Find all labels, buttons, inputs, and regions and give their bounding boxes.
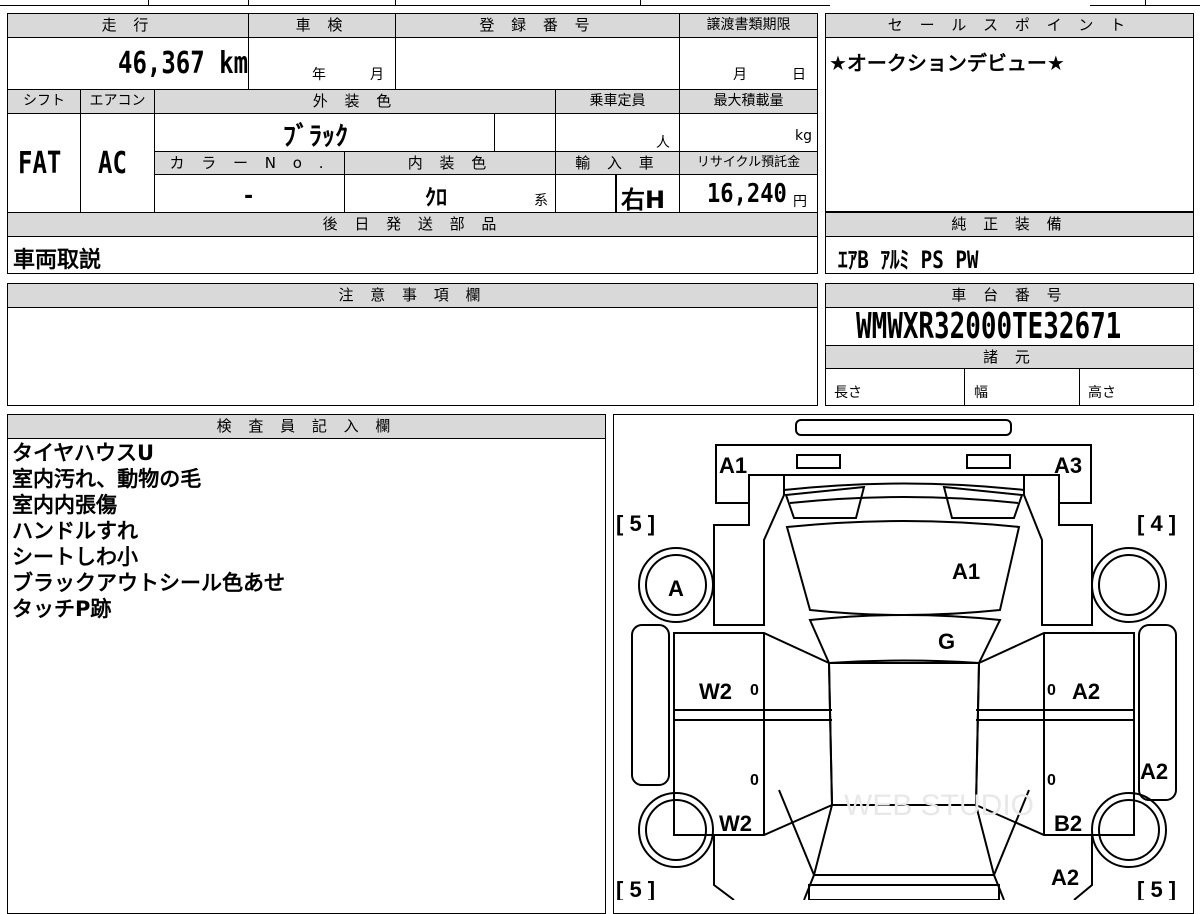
capacity-unit: 人 <box>656 135 670 151</box>
row-divider <box>8 113 818 114</box>
shaken-month-unit: 月 <box>370 67 384 83</box>
col-divider <box>964 368 965 406</box>
col-divider <box>395 14 396 89</box>
import-value: 右H <box>621 186 666 214</box>
capacity-label: 乗車定員 <box>556 90 679 113</box>
row-divider <box>155 174 818 175</box>
tire-tread-rear-right: [ 5 ] <box>1137 877 1176 900</box>
mark-rear-left-door: W2 <box>719 811 752 836</box>
equipment-value: ｴｱB ｱﾙﾐ PS PW <box>838 246 979 274</box>
inspector-label: 検 査 員 記 入 欄 <box>8 415 605 438</box>
color-no-value: - <box>244 184 254 209</box>
color-no-label: カ ラ ー N o . <box>155 152 344 174</box>
mark-front-right: A3 <box>1054 453 1082 478</box>
zero-mark: 0 <box>1047 682 1056 699</box>
sales-point-block <box>825 13 1194 212</box>
row-divider <box>826 368 1194 369</box>
zero-mark: 0 <box>750 772 759 789</box>
mark-front-right-door: A2 <box>1072 679 1100 704</box>
exterior-color-value: ﾌﾞﾗｯｸ <box>283 122 349 152</box>
inspector-notes: タイヤハウスU 室内汚れ、動物の毛 室内内張傷 ハンドルすれ シートしわ小 ブラ… <box>12 440 285 622</box>
mileage-value: 46,367 km <box>118 46 249 81</box>
row-divider <box>8 307 818 308</box>
watermark: WEB STUDIO <box>844 789 1034 822</box>
zero-mark: 0 <box>750 682 759 699</box>
car-diagram: A1 A3 A1 G A W2 W2 A2 A2 B2 A2 [ 5 ] [ 4… <box>616 419 1177 900</box>
shaken-label: 車 検 <box>249 14 395 37</box>
shaken-year-unit: 年 <box>312 67 326 83</box>
row-divider <box>8 37 818 38</box>
width-label: 幅 <box>974 385 988 401</box>
col-divider <box>494 113 495 151</box>
height-label: 高さ <box>1088 385 1116 401</box>
mark-hood: A1 <box>952 559 980 584</box>
col-divider <box>1079 368 1080 406</box>
mark-windshield: G <box>938 629 955 654</box>
import-label: 輸 入 車 <box>556 152 679 174</box>
mark-rear-right-door: B2 <box>1054 811 1082 836</box>
inspector-note: ブラックアウトシール色あせ <box>12 571 285 595</box>
zero-mark: 0 <box>1047 772 1056 789</box>
later-parts-value: 車両取説 <box>13 248 102 273</box>
row-divider <box>826 236 1194 237</box>
interior-color-label: 内 装 色 <box>345 152 555 174</box>
recycle-fee-value: 16,240 <box>707 179 787 209</box>
equipment-label: 純 正 装 備 <box>826 213 1193 236</box>
shift-value: FAT <box>18 146 62 181</box>
ac-label: エアコン <box>81 90 154 113</box>
inspector-note: 室内汚れ、動物の毛 <box>12 467 202 491</box>
top-strip-line <box>0 5 830 6</box>
spec-label: 諸 元 <box>826 346 1193 368</box>
mark-tire-front-left: A <box>668 576 684 601</box>
later-parts-label: 後 日 発 送 部 品 <box>8 213 817 236</box>
exterior-color-label: 外 装 色 <box>155 90 555 113</box>
interior-suffix: 系 <box>534 193 548 209</box>
top-strip-line <box>1090 5 1200 6</box>
col-divider <box>80 90 81 212</box>
interior-color-value: ｸﾛ <box>425 186 448 211</box>
inspector-note: タッチP跡 <box>12 597 112 621</box>
transfer-deadline-label: 譲渡書類期限 <box>680 14 817 37</box>
registration-label: 登 録 番 号 <box>396 14 679 37</box>
mark-right-fender: A2 <box>1140 759 1168 784</box>
tire-tread-rear-left: [ 5 ] <box>616 877 655 900</box>
col-divider <box>679 14 680 89</box>
transfer-month-unit: 月 <box>733 67 747 83</box>
load-unit: kg <box>795 128 812 144</box>
caution-label: 注 意 事 項 欄 <box>8 284 817 307</box>
sales-point-label: セ ー ル ス ポ イ ン ト <box>826 14 1193 37</box>
shift-label: シフト <box>8 90 80 113</box>
col-divider <box>615 175 617 212</box>
tire-tread-front-left: [ 5 ] <box>616 511 655 536</box>
sales-point-value: ★オークションデビュー★ <box>829 51 1065 75</box>
inspector-note: 室内内張傷 <box>12 493 117 517</box>
inspector-note: シートしわ小 <box>12 545 138 569</box>
mark-rear-right: A2 <box>1051 865 1079 890</box>
tire-tread-front-right: [ 4 ] <box>1137 511 1176 536</box>
recycle-fee-unit: 円 <box>793 194 807 210</box>
mark-front-left: A1 <box>719 453 747 478</box>
mileage-label: 走 行 <box>8 14 248 37</box>
max-load-label: 最大積載量 <box>680 90 817 113</box>
col-divider <box>248 14 249 89</box>
chassis-label: 車 台 番 号 <box>826 284 1193 307</box>
ac-value: AC <box>98 146 127 181</box>
length-label: 長さ <box>834 385 862 401</box>
inspector-note: タイヤハウスU <box>12 441 155 465</box>
recycle-fee-label: リサイクル預託金 <box>680 152 817 174</box>
inspector-note: ハンドルすれ <box>12 519 138 543</box>
row-divider <box>8 236 818 237</box>
transfer-day-unit: 日 <box>792 67 806 83</box>
mark-front-left-door: W2 <box>699 679 732 704</box>
row-divider <box>8 438 606 439</box>
row-divider <box>826 37 1194 38</box>
chassis-number: WMWXR32000TE32671 <box>856 306 1122 347</box>
col-divider <box>344 152 345 212</box>
